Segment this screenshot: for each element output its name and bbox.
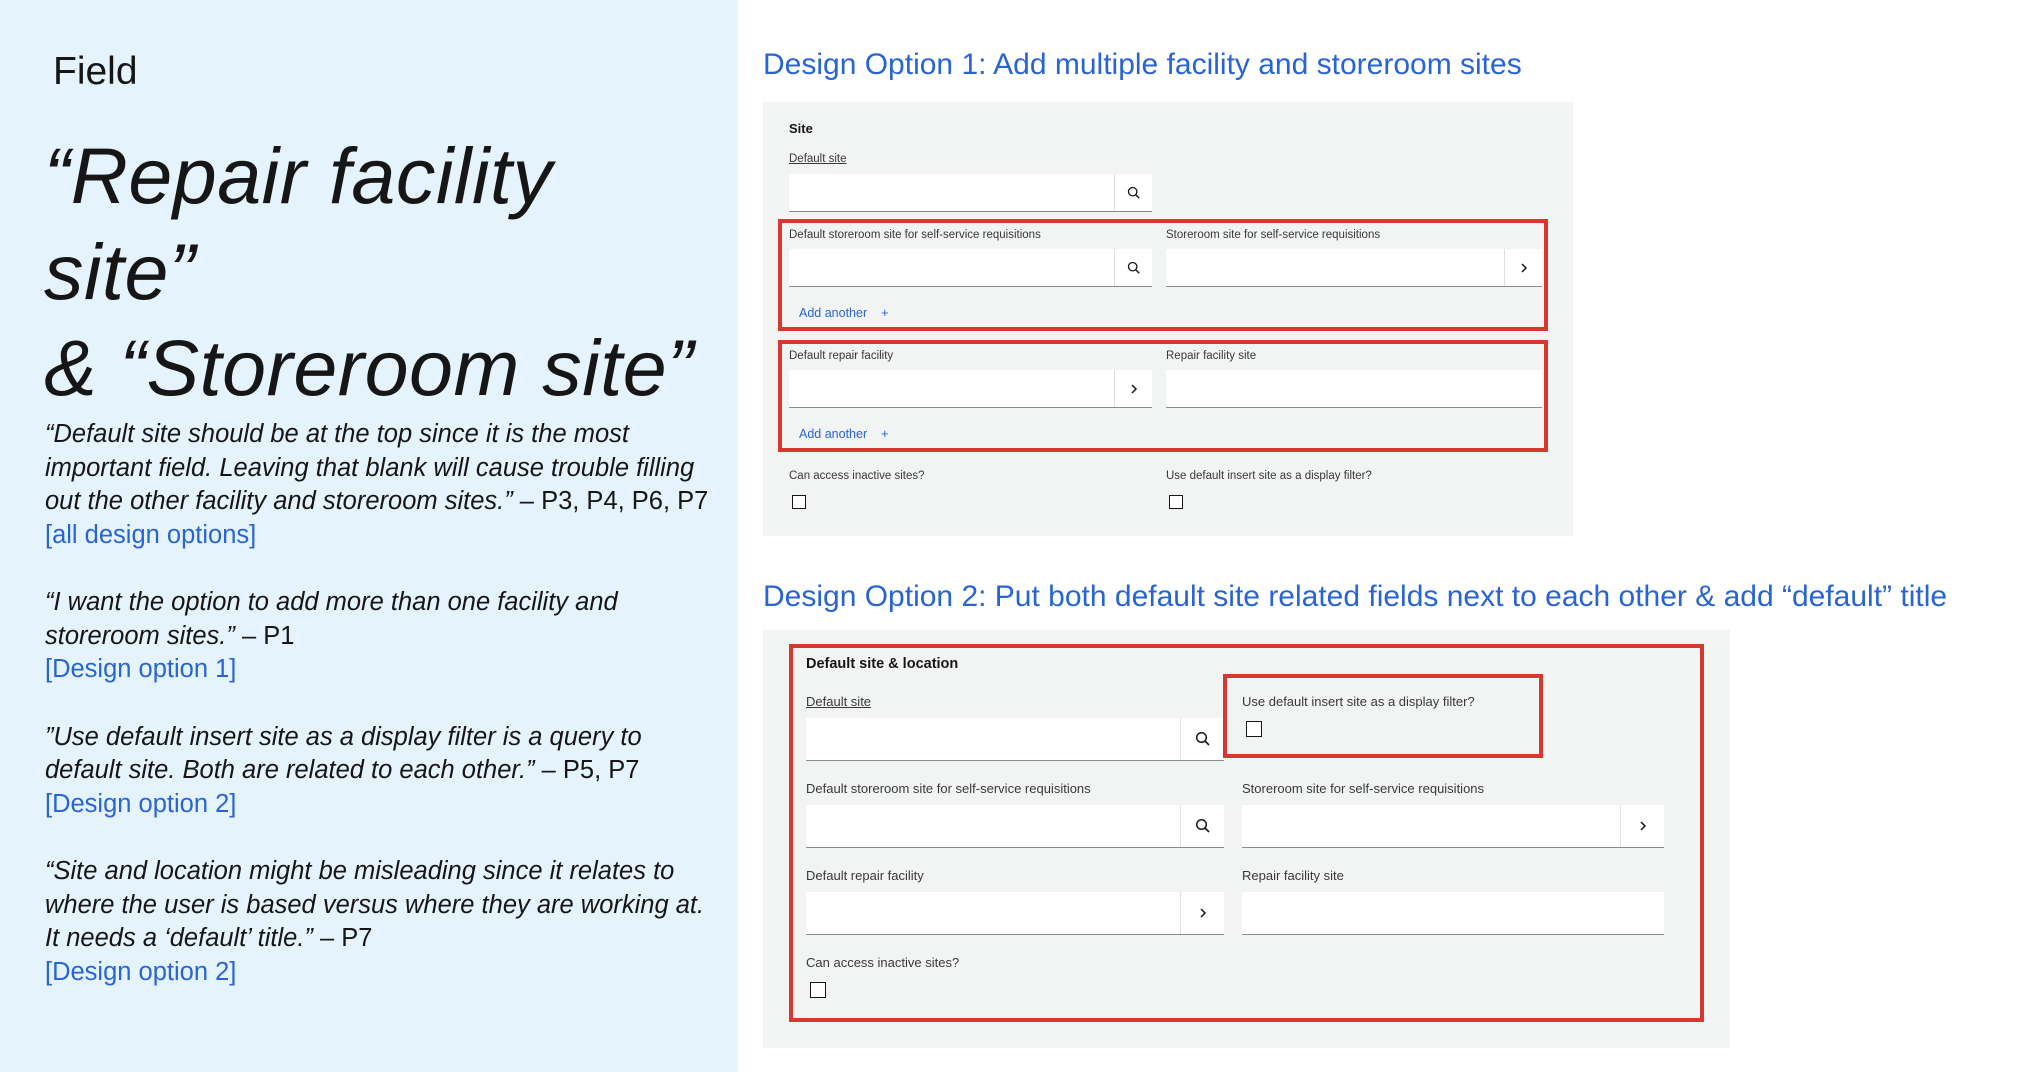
option1-heading: Design Option 1: Add multiple facility a…: [763, 48, 1522, 81]
quote-ref-link[interactable]: [Design option 1]: [45, 653, 725, 687]
quote-attribution: – P5, P7: [534, 756, 640, 784]
highlight-display-filter: [1223, 674, 1543, 758]
highlight-storeroom-row: [778, 219, 1548, 331]
option1-section-title: Site: [789, 121, 813, 136]
quote-ref-link[interactable]: [Design option 2]: [45, 956, 725, 990]
display-filter-checkbox[interactable]: [1169, 495, 1183, 509]
inactive-sites-checkbox[interactable]: [792, 495, 806, 509]
default-site-search-button[interactable]: [1114, 174, 1152, 211]
search-icon: [1127, 186, 1140, 199]
quote-attribution: – P7: [312, 924, 373, 952]
inactive-sites-label: Can access inactive sites?: [789, 470, 925, 482]
quote-attribution: – P3, P4, P6, P7: [512, 487, 709, 515]
quote-attribution: – P1: [234, 621, 295, 650]
highlight-repair-row: [778, 340, 1548, 452]
quote-item: “Default site should be at the top since…: [45, 418, 725, 552]
quote-item: “I want the option to add more than one …: [45, 586, 725, 687]
display-filter-label: Use default insert site as a display fil…: [1166, 470, 1372, 482]
quote-ref-link[interactable]: [all design options]: [45, 519, 725, 553]
quote-text: “Site and location might be misleading s…: [45, 857, 705, 952]
title-line-1: “Repair facility site”: [44, 131, 553, 316]
option2-heading: Design Option 2: Put both default site r…: [763, 580, 1948, 613]
default-site-input[interactable]: [789, 174, 1152, 212]
quote-item: ”Use default insert site as a display fi…: [45, 721, 725, 822]
left-panel: Field “Repair facility site” & “Storeroo…: [0, 0, 738, 1072]
default-site-label: Default site: [789, 153, 847, 165]
page-title: “Repair facility site” & “Storeroom site…: [44, 128, 724, 416]
quote-ref-link[interactable]: [Design option 2]: [45, 788, 725, 822]
quote-item: “Site and location might be misleading s…: [45, 855, 725, 989]
title-line-2: & “Storeroom site”: [44, 323, 694, 412]
field-kicker: Field: [53, 50, 138, 93]
quotes-list: “Default site should be at the top since…: [45, 418, 725, 1023]
quote-text: “I want the option to add more than one …: [45, 588, 618, 650]
